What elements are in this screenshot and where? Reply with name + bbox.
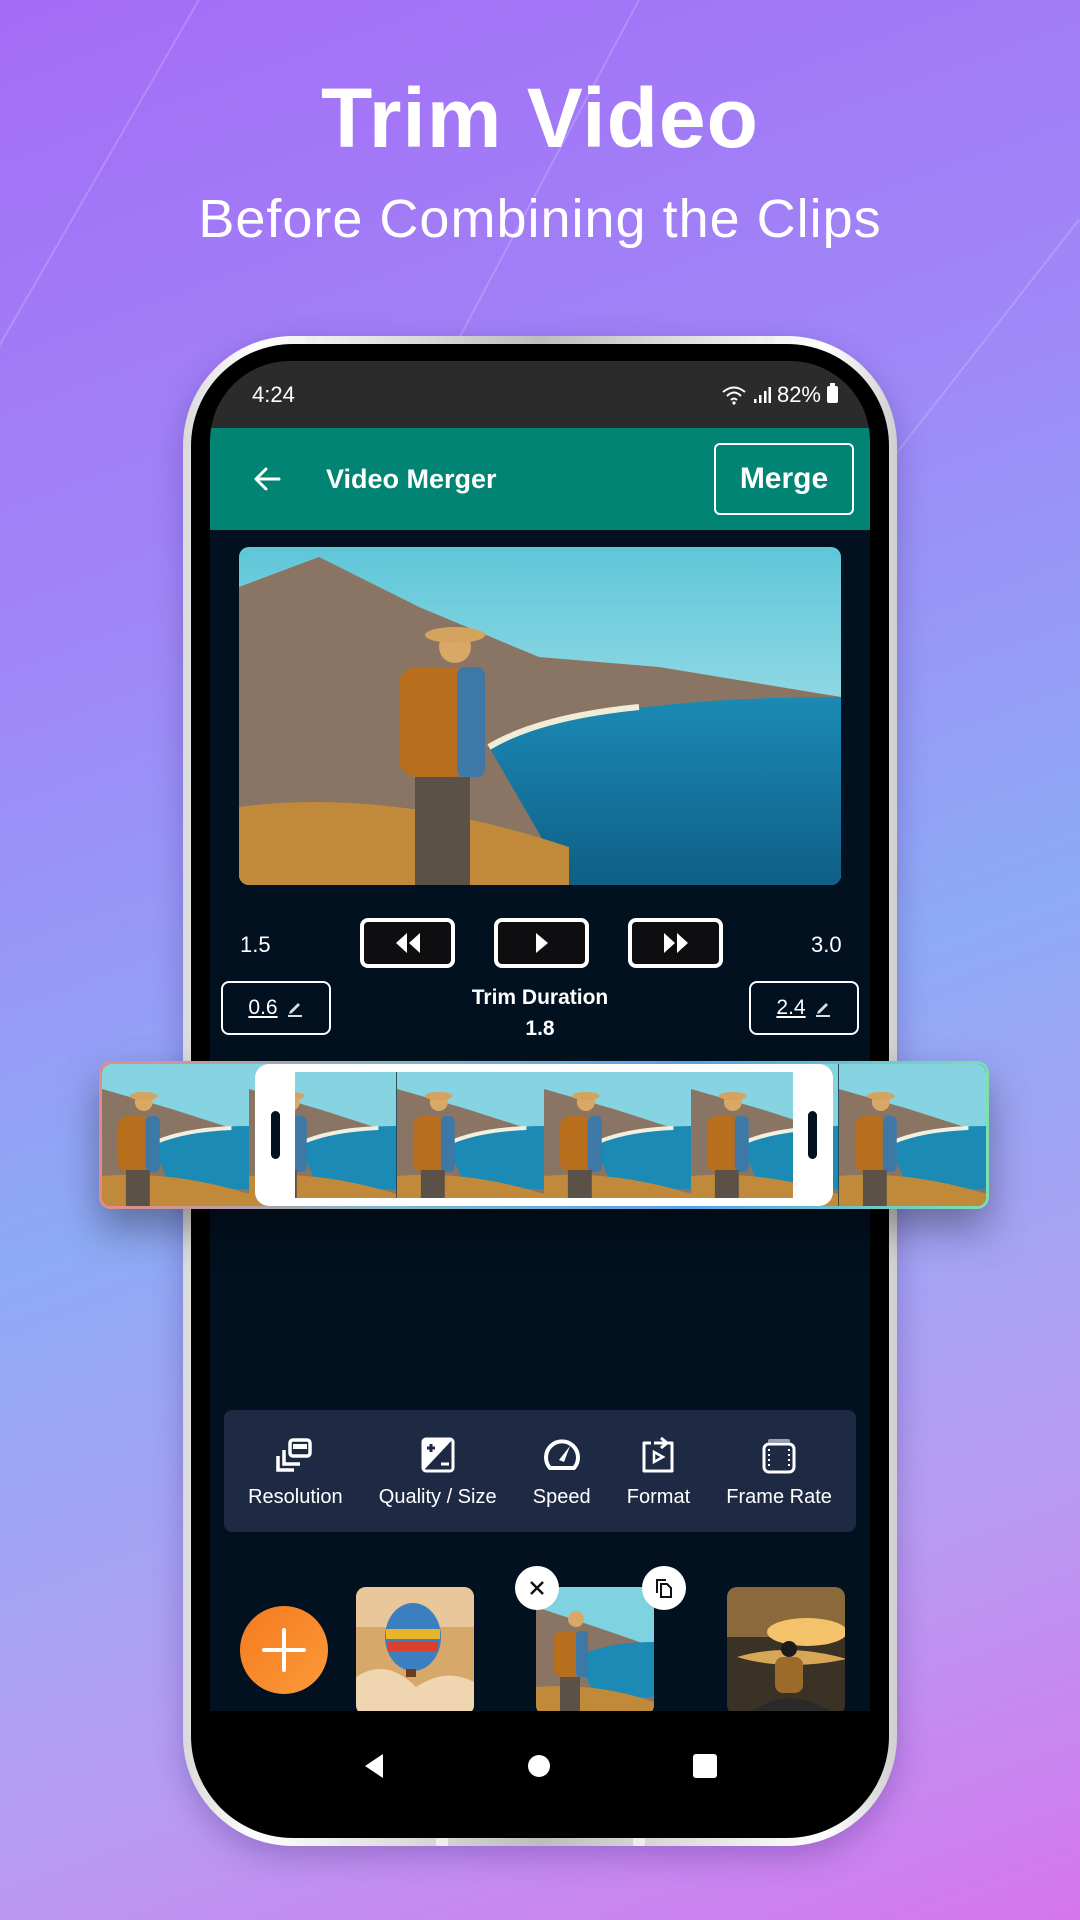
- navigation-bar: [210, 1711, 870, 1821]
- trim-start-handle[interactable]: [270, 1111, 280, 1159]
- trim-end-value: 2.4: [776, 996, 806, 1019]
- tool-label: Frame Rate: [726, 1485, 832, 1508]
- format-convert-icon: [642, 1436, 674, 1472]
- clip-thumbnail-hiker-coast[interactable]: [536, 1587, 654, 1715]
- promo-headline: Trim Video: [321, 71, 759, 165]
- pencil-icon: [815, 1003, 830, 1017]
- phone-antenna-band: [762, 336, 774, 344]
- fast-forward-icon: [663, 933, 688, 953]
- arrow-left-icon: [254, 467, 281, 491]
- copy-icon: [656, 1579, 672, 1598]
- remove-clip-button[interactable]: [515, 1566, 559, 1610]
- tool-frame-rate[interactable]: Frame Rate: [726, 1434, 832, 1509]
- play-icon: [535, 933, 548, 953]
- app-bar: Video Merger Merge: [210, 428, 870, 530]
- exposure-icon: [421, 1437, 455, 1472]
- trim-start-time: 1.5: [240, 932, 271, 957]
- wifi-icon: [722, 386, 746, 405]
- filmstrip-frame: [102, 1064, 250, 1206]
- phone-antenna-band: [436, 1838, 448, 1846]
- merge-button[interactable]: Merge: [714, 443, 854, 515]
- tool-resolution[interactable]: Resolution: [248, 1434, 343, 1509]
- filmstrip-frame: [985, 1064, 986, 1206]
- tool-speed[interactable]: Speed: [533, 1434, 591, 1509]
- trim-timeline[interactable]: [99, 1061, 989, 1209]
- tool-quality-size[interactable]: Quality / Size: [379, 1434, 497, 1509]
- signal-icon: [753, 386, 771, 403]
- close-icon: [530, 1581, 544, 1595]
- battery-percent: 82%: [776, 381, 821, 407]
- plus-icon: [262, 1628, 306, 1672]
- tool-label: Speed: [532, 1485, 591, 1508]
- film-frame-icon: [762, 1438, 796, 1473]
- back-button[interactable]: [232, 444, 302, 514]
- battery-icon: [827, 383, 838, 403]
- tool-label: Format: [626, 1485, 691, 1508]
- trim-end-time: 3.0: [811, 932, 842, 957]
- nav-home-icon[interactable]: [527, 1754, 551, 1778]
- tool-label: Resolution: [248, 1485, 343, 1508]
- status-time: 4:24: [252, 381, 295, 407]
- tool-bar: Resolution Quality / Size Speed Format F…: [224, 1410, 856, 1532]
- tool-label: Quality / Size: [378, 1485, 497, 1508]
- resolution-icon: [276, 1437, 313, 1472]
- add-clip-button[interactable]: [240, 1606, 328, 1694]
- clip-thumbnail-sunset-lake[interactable]: [727, 1587, 845, 1715]
- app-title: Video Merger: [326, 463, 497, 494]
- trim-end-handle[interactable]: [808, 1111, 818, 1159]
- nav-recents-icon[interactable]: [693, 1754, 717, 1778]
- video-preview[interactable]: [239, 547, 841, 885]
- phone-antenna-band: [633, 1838, 645, 1846]
- tool-format[interactable]: Format: [627, 1434, 690, 1509]
- rewind-button[interactable]: [360, 918, 455, 968]
- promo-subheadline: Before Combining the Clips: [198, 189, 882, 249]
- filmstrip-frame: [838, 1064, 986, 1206]
- phone-antenna-band: [306, 336, 318, 344]
- clip-thumbnail-balloon[interactable]: [356, 1587, 474, 1715]
- duplicate-clip-button[interactable]: [642, 1566, 686, 1610]
- fast-forward-button[interactable]: [628, 918, 723, 968]
- rewind-icon: [395, 933, 420, 953]
- trim-selection-window[interactable]: [254, 1064, 834, 1206]
- play-button[interactable]: [494, 918, 589, 968]
- nav-back-icon[interactable]: [363, 1753, 385, 1779]
- speedometer-icon: [543, 1438, 580, 1470]
- trim-end-edit[interactable]: 2.4: [749, 981, 859, 1035]
- status-bar: 4:24 82%: [210, 361, 870, 428]
